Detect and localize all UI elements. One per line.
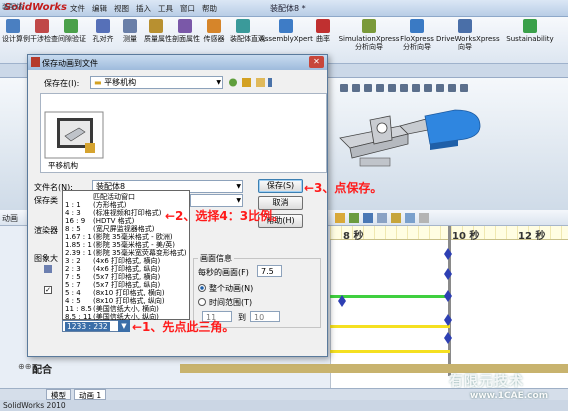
renderer-label: 渲染器	[34, 226, 58, 235]
heads-up-toolbar[interactable]	[340, 82, 540, 94]
menu-tools[interactable]: 工具	[158, 3, 173, 14]
folder-nav-icons[interactable]	[228, 77, 272, 88]
measure-icon	[123, 19, 137, 33]
time-range-radio[interactable]	[198, 298, 206, 306]
sensor-icon	[207, 19, 221, 33]
menu-insert[interactable]: 插入	[136, 3, 151, 14]
hole-align-button[interactable]: 孔对齐	[90, 19, 116, 43]
measure-button[interactable]: 测量	[120, 19, 140, 43]
design-study-icon	[6, 19, 20, 33]
assemblyxpert-icon	[279, 19, 293, 33]
keep-aspect-checkbox[interactable]: ✓	[44, 286, 52, 294]
annotation-step1: ←1、先点此三角。	[132, 320, 235, 334]
save-type-dropdown[interactable]: ▼	[190, 194, 243, 207]
timeline-keys[interactable]	[336, 240, 456, 360]
range-to-input[interactable]: 10	[250, 311, 280, 322]
assembly-thumbnail[interactable]	[43, 110, 105, 160]
status-text: SolidWorks 2010	[3, 401, 66, 410]
curvature-icon	[316, 19, 330, 33]
interference-icon	[35, 19, 49, 33]
watermark-url: www.1CAE.com	[470, 391, 549, 401]
fps-input[interactable]: 7.5	[257, 265, 282, 277]
mates-icon: ⊕⊕	[18, 362, 32, 371]
interference-button[interactable]: 干涉检查	[30, 19, 58, 43]
assembly-visualization-button[interactable]: 装配体直观	[230, 19, 265, 43]
hole-align-icon	[96, 19, 110, 33]
driveworksxpress-icon	[458, 19, 472, 33]
sensor-button[interactable]: 传感器	[202, 19, 226, 43]
simulationxpress-icon	[362, 19, 376, 33]
frame-info-label: 画面信息	[198, 253, 234, 264]
annotation-step2: ←2、选择4：3比例。	[165, 209, 285, 223]
fps-label: 每秒的画面(F)	[198, 268, 249, 277]
range-to-label: 到	[238, 313, 246, 322]
tab-animation-1[interactable]: 动画 1	[74, 389, 107, 400]
image-size-icon	[44, 265, 52, 273]
whole-animation-radio[interactable]	[198, 284, 206, 292]
dialog-title: 保存动画到文件	[42, 59, 98, 68]
annotation-step3: ←3、点保存。	[304, 181, 383, 195]
time-range-label: 时间范围(T)	[209, 298, 253, 307]
menu-file[interactable]: 文件	[70, 3, 85, 14]
tab-model[interactable]: 模型	[46, 389, 71, 400]
driveworksxpress-button[interactable]: DriveWorksXpress 向导	[436, 19, 500, 51]
save-button[interactable]: 保存(S)	[258, 179, 303, 193]
save-in-label: 保存在(I):	[44, 79, 80, 88]
chevron-down-icon[interactable]: ▼	[118, 320, 130, 332]
watermark-title: 有限元技术	[449, 374, 524, 390]
menu-window[interactable]: 窗口	[180, 3, 195, 14]
whole-animation-label: 整个动画(N)	[209, 284, 254, 293]
section-properties-icon	[178, 19, 192, 33]
tab-assembly[interactable]: 装配体	[2, 2, 23, 12]
folder-icon: ▬	[94, 78, 105, 87]
design-study-button[interactable]: 设计算例	[2, 19, 30, 43]
document-title: 装配体8 *	[270, 4, 306, 13]
section-properties-button[interactable]: 剖面属性	[172, 19, 200, 43]
motion-type-label: 动画	[2, 214, 18, 223]
menu-edit[interactable]: 编辑	[92, 3, 107, 14]
chevron-down-icon: ▼	[236, 197, 241, 204]
floxpress-icon	[410, 19, 424, 33]
sustainability-button[interactable]: Sustainability	[506, 19, 554, 43]
save-in-dropdown[interactable]: ▬ 平移机构 ▼	[90, 76, 223, 89]
assemblyxpert-button[interactable]: AssemblyXpert	[260, 19, 313, 43]
chevron-down-icon: ▼	[236, 183, 241, 190]
curvature-button[interactable]: 曲率	[314, 19, 332, 43]
mass-properties-icon	[149, 19, 163, 33]
timeline-tick: 12 秒	[518, 231, 546, 242]
clearance-button[interactable]: 间隙验证	[58, 19, 86, 43]
simulationxpress-button[interactable]: SimulationXpress 分析向导	[336, 19, 402, 51]
close-icon[interactable]: ✕	[309, 56, 324, 68]
chevron-down-icon: ▼	[216, 79, 221, 86]
status-bar	[0, 400, 568, 411]
assembly-model[interactable]	[330, 100, 490, 180]
sustainability-icon	[523, 19, 537, 33]
image-size-label: 图象大	[34, 254, 58, 263]
dialog-app-icon	[31, 57, 40, 67]
save-type-label: 保存类	[34, 196, 58, 205]
tree-item-mates[interactable]: 配合	[32, 361, 52, 376]
thumbnail-label: 平移机构	[48, 161, 78, 170]
menu-help[interactable]: 帮助	[202, 3, 217, 14]
assembly-visualization-icon	[236, 19, 250, 33]
timeline-tick: 10 秒	[452, 231, 480, 242]
clearance-icon	[64, 19, 78, 33]
mass-properties-button[interactable]: 质量属性	[144, 19, 172, 43]
motion-toolbar-icons[interactable]	[335, 212, 475, 224]
menu-view[interactable]: 视图	[114, 3, 129, 14]
aspect-ratio-value: 1233 : 232	[65, 322, 110, 331]
floxpress-button[interactable]: FloXpress 分析向导	[398, 19, 436, 51]
